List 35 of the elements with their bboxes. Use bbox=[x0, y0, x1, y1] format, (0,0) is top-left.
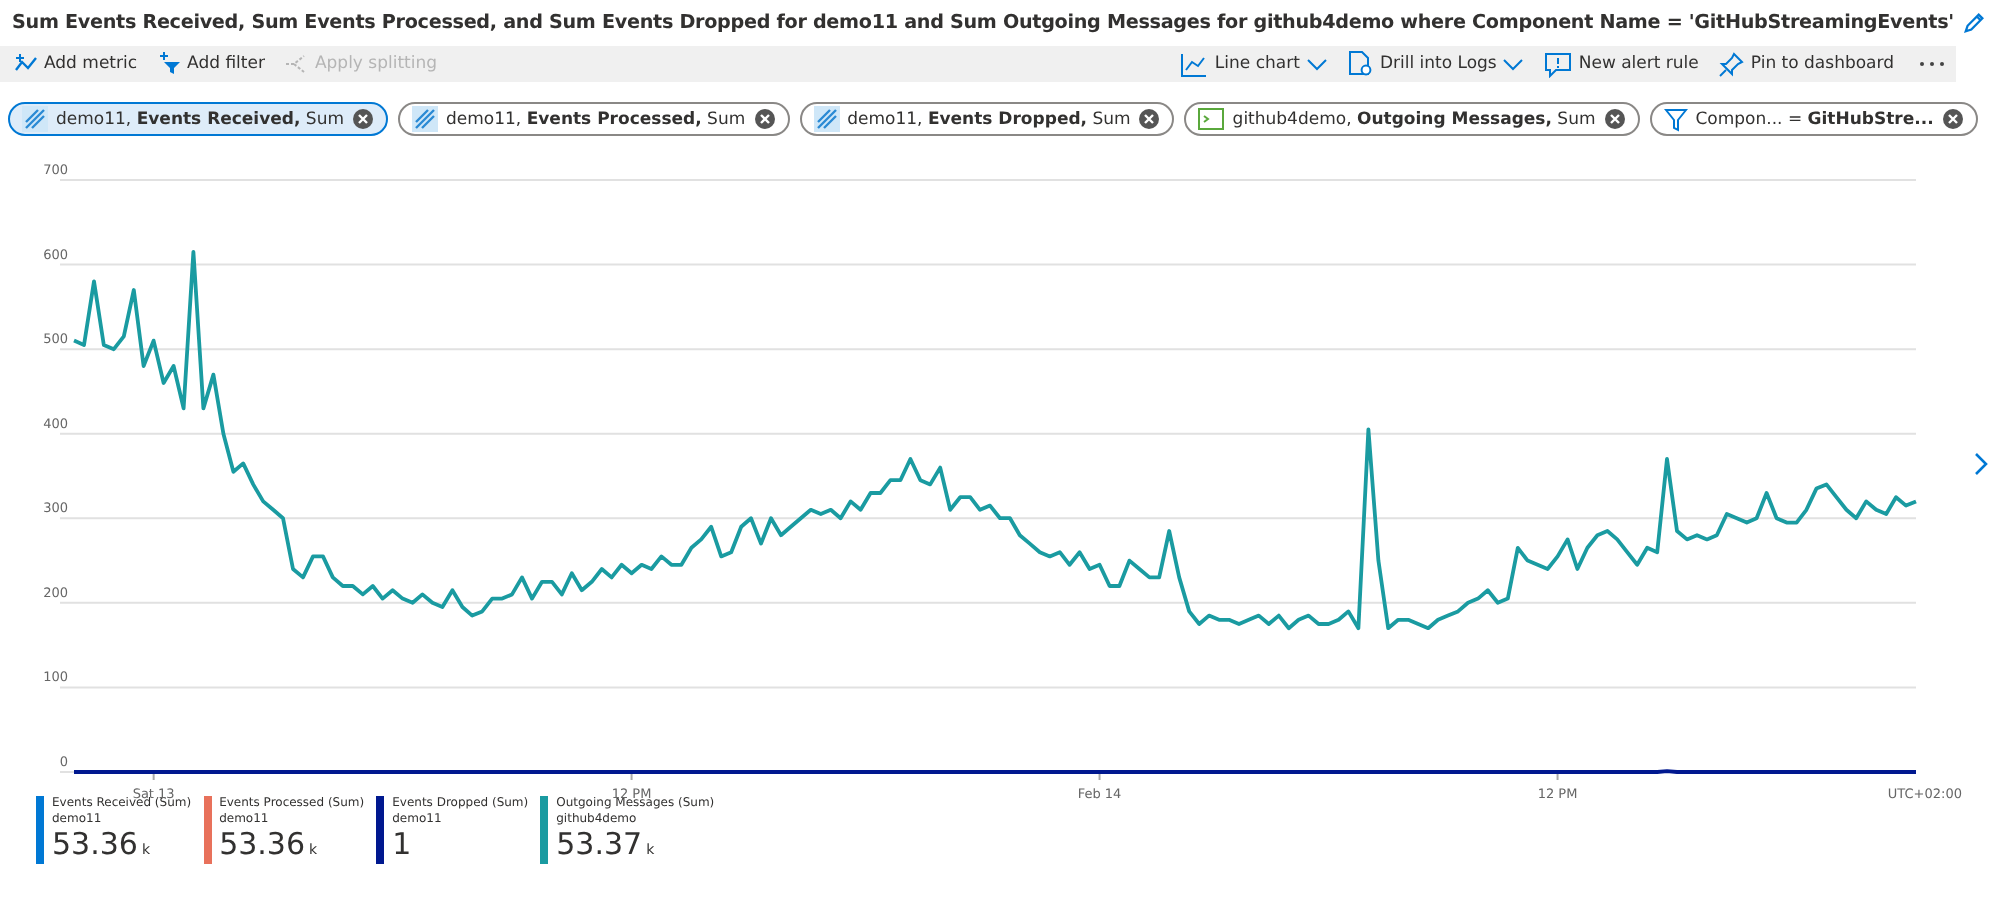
split-icon bbox=[284, 52, 309, 76]
more-icon[interactable] bbox=[1918, 60, 1946, 68]
metric-pill[interactable]: demo11, Events Processed, Sum bbox=[398, 102, 790, 136]
metric-pill[interactable]: github4demo, Outgoing Messages, Sum bbox=[1184, 102, 1640, 136]
chart-title: Sum Events Received, Sum Events Processed, and Sum Events Dropped for demo11 and Sum Outgoing Messages for github4demo where Component Name = 'GitHubStreamingEvents' bbox=[12, 11, 1954, 33]
toolbar-button[interactable]: New alert rule bbox=[1540, 49, 1703, 79]
chevron-down-icon bbox=[1305, 57, 1328, 71]
add-metric-icon bbox=[14, 52, 38, 76]
app-icon bbox=[1198, 106, 1225, 132]
toolbar-button[interactable]: Add filter bbox=[153, 50, 269, 78]
close-icon[interactable] bbox=[1138, 108, 1161, 130]
filter-icon bbox=[1663, 107, 1688, 131]
legend-value: 53.37 bbox=[556, 828, 643, 860]
close-icon[interactable] bbox=[1603, 108, 1626, 130]
alert-icon bbox=[1544, 51, 1573, 77]
pin-icon bbox=[1718, 51, 1745, 77]
legend-value: 1 bbox=[392, 828, 412, 860]
toolbar-button[interactable]: Pin to dashboard bbox=[1714, 49, 1898, 79]
toolbar-button[interactable]: Line chart bbox=[1176, 49, 1332, 79]
metric-pill[interactable]: demo11, Events Dropped, Sum bbox=[799, 102, 1175, 136]
metric-pill[interactable]: demo11, Events Received, Sum bbox=[8, 102, 388, 136]
pencil-icon[interactable] bbox=[1961, 9, 1986, 35]
document-icon bbox=[1347, 50, 1374, 78]
legend-value: 53.36 bbox=[52, 828, 138, 860]
toolbar-button[interactable]: Drill into Logs bbox=[1343, 48, 1529, 80]
metric-pill[interactable]: Compon... = GitHubStre... bbox=[1649, 102, 1978, 136]
legend-value: 53.36 bbox=[219, 828, 306, 860]
close-icon[interactable] bbox=[1941, 108, 1964, 130]
close-icon[interactable] bbox=[352, 108, 374, 130]
chevron-down-icon bbox=[1502, 57, 1525, 71]
toolbar-button[interactable]: Add metric bbox=[10, 50, 142, 78]
add-filter-icon bbox=[157, 52, 182, 76]
chevron-right-icon[interactable] bbox=[1974, 452, 1990, 476]
close-icon[interactable] bbox=[753, 108, 776, 130]
line-chart-icon bbox=[1180, 51, 1209, 77]
